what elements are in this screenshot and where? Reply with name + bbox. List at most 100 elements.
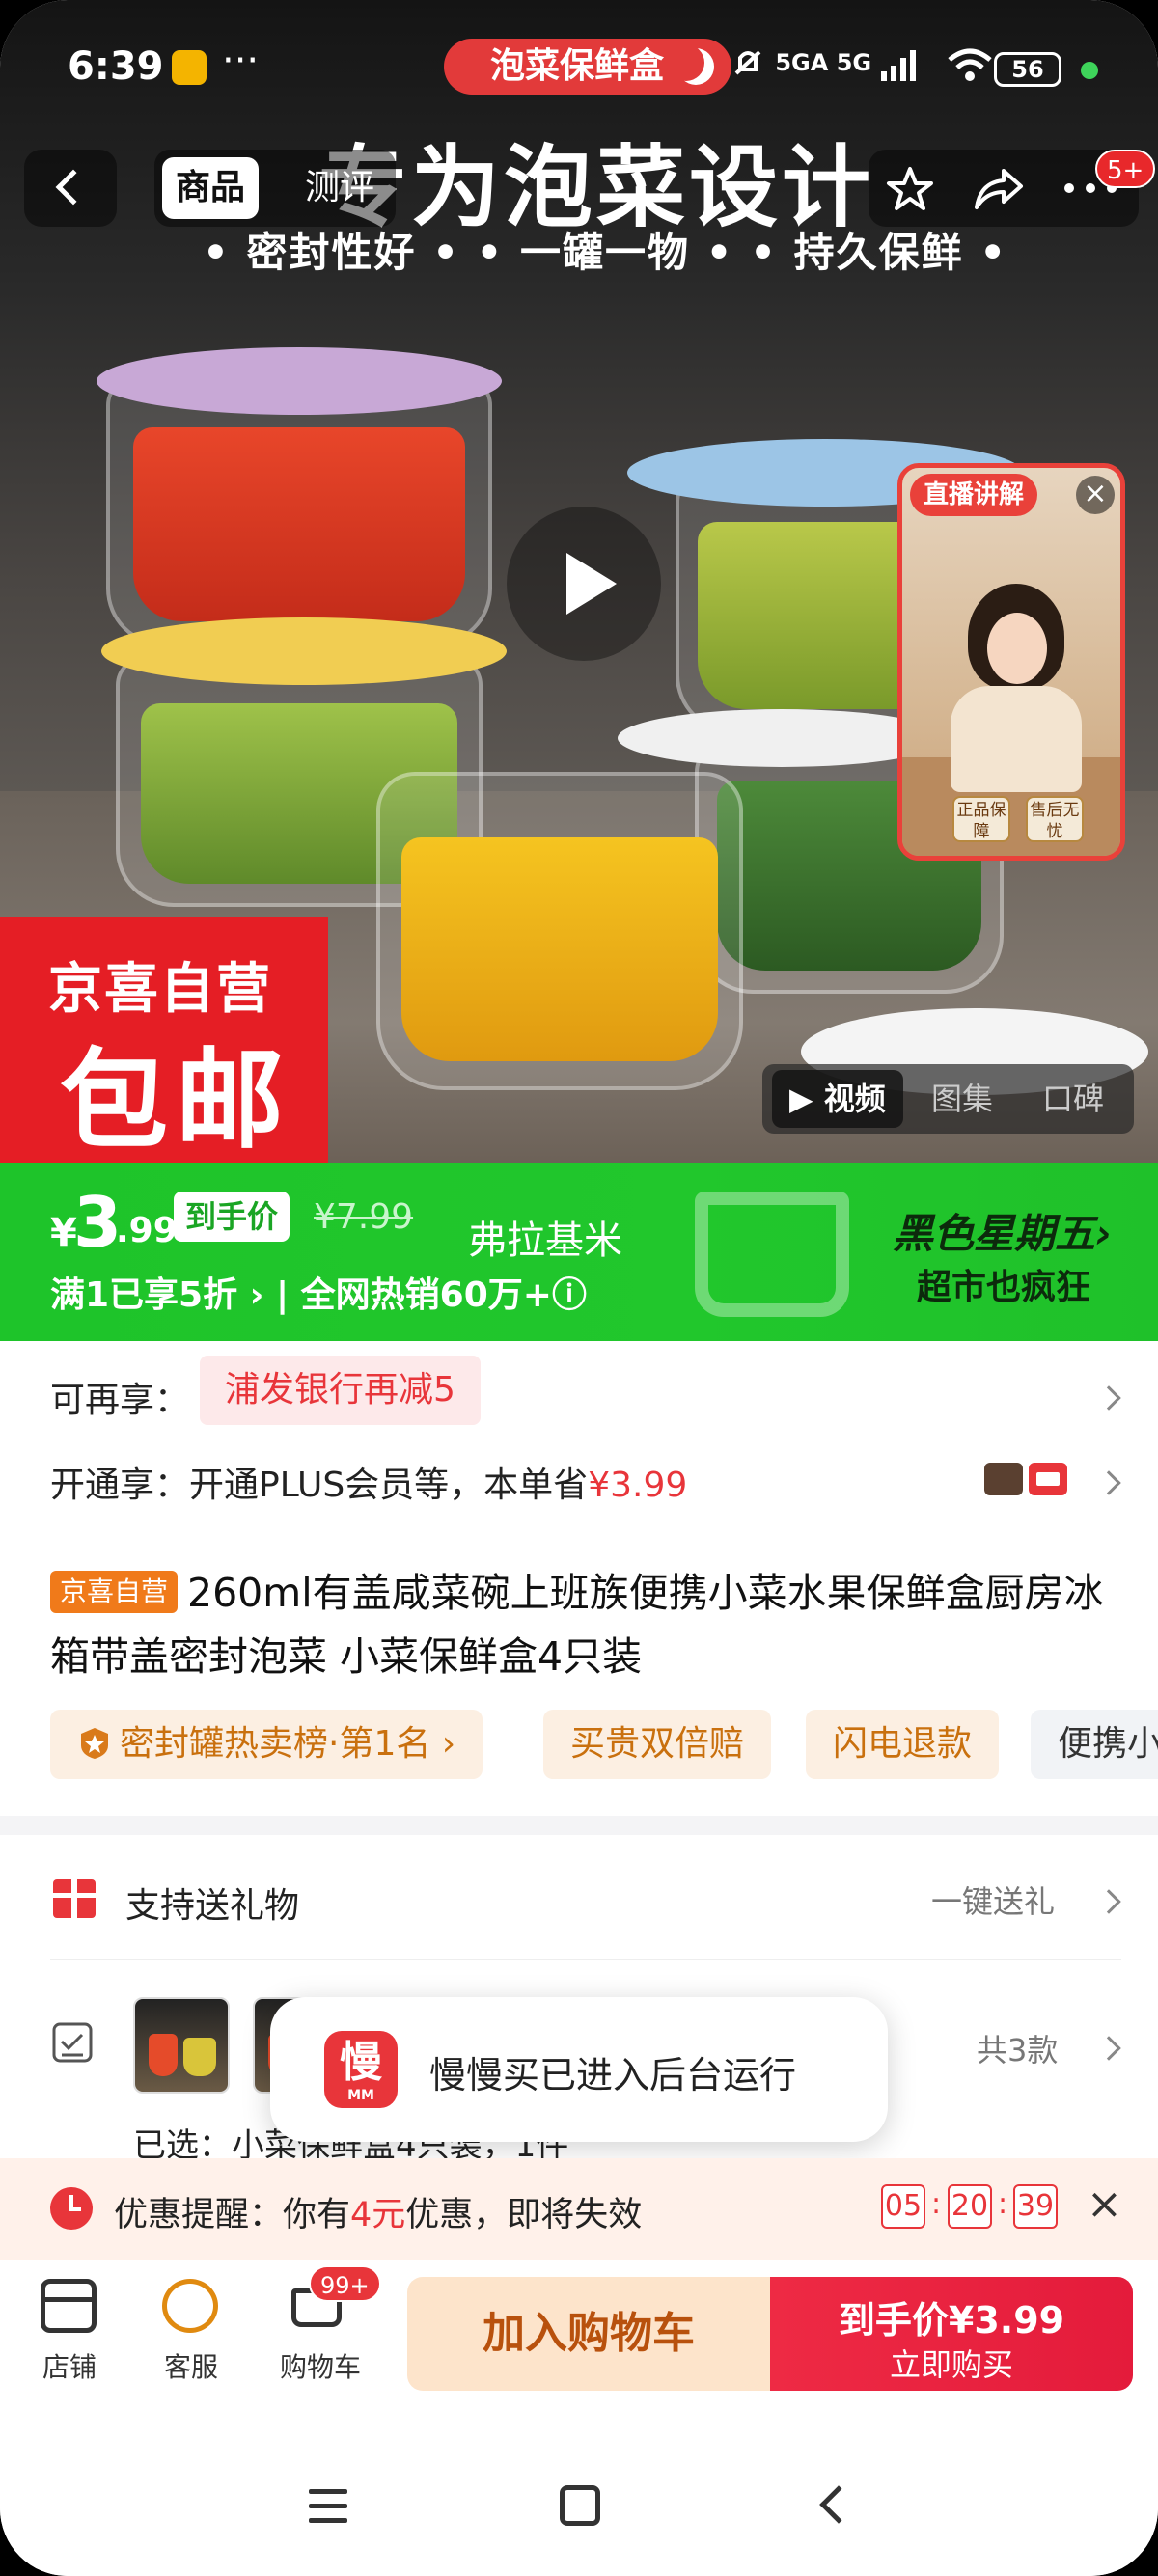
app-pill[interactable]: 泡菜保鲜盒 bbox=[444, 39, 732, 95]
customer-service-icon bbox=[162, 2279, 218, 2333]
variant-count[interactable]: 共3款 bbox=[977, 2026, 1058, 2070]
home-icon[interactable] bbox=[560, 2485, 600, 2526]
fast-refund-chip[interactable]: 闪电退款 bbox=[806, 1710, 1000, 1779]
price-banner[interactable]: ¥ 3 .99 到手价 ¥7.99 弗拉基米 满1已享5折 › | 全网热销60… bbox=[0, 1163, 1158, 1341]
wifi-icon bbox=[948, 48, 992, 81]
share-icon[interactable] bbox=[973, 165, 1025, 213]
toast-message: 慢慢买已进入后台运行 bbox=[429, 2054, 797, 2096]
badge-line1: 京喜自营 bbox=[48, 958, 272, 1021]
close-icon[interactable]: × bbox=[1087, 2179, 1122, 2229]
jar-kimchi bbox=[106, 376, 492, 646]
ranking-shield-icon bbox=[81, 1728, 108, 1759]
live-stream-window[interactable]: 直播讲解 × 正品保障 售后无忧 bbox=[897, 463, 1125, 861]
play-icon bbox=[566, 553, 617, 615]
price-integer: 3 bbox=[73, 1182, 123, 1263]
original-price: ¥7.99 bbox=[314, 1197, 414, 1237]
countdown-seconds: 39 bbox=[1013, 2184, 1058, 2229]
offer-label: 可再享： bbox=[50, 1381, 190, 1420]
buy-now-price: 到手价¥3.99 bbox=[838, 2299, 1065, 2342]
live-host-body bbox=[951, 686, 1082, 792]
store-label: 店铺 bbox=[41, 2351, 96, 2383]
signal-label: 5GA 5G bbox=[775, 49, 872, 76]
mute-icon bbox=[734, 50, 761, 75]
live-tag: 直播讲解 bbox=[910, 474, 1038, 516]
cart-watermark-icon bbox=[695, 1192, 849, 1317]
event-subtitle: 超市也疯狂 bbox=[917, 1268, 1091, 1307]
signal-indicators: 5GA 5G bbox=[729, 44, 994, 83]
battery-icon: 56 bbox=[994, 52, 1062, 87]
plus-offer-line[interactable]: 开通享：开通PLUS会员等，本单省¥3.99 bbox=[50, 1457, 687, 1507]
status-time: 6:39 bbox=[68, 44, 164, 89]
variant-thumb-1[interactable] bbox=[133, 1997, 230, 2094]
media-tab-reviews[interactable]: 口碑 bbox=[1042, 1070, 1104, 1128]
bottom-action-bar: 店铺 客服 购物车 99+ 加入购物车 到手价¥3.99 立即购买 bbox=[0, 2260, 1158, 2404]
tab-reviews[interactable]: 测评 bbox=[291, 157, 388, 219]
chevron-right-icon[interactable] bbox=[1096, 1889, 1121, 1914]
status-bar: 6:39 ··· 泡菜保鲜盒 5GA 5G 56 bbox=[0, 39, 1158, 106]
event-title[interactable]: 黑色星期五› bbox=[893, 1201, 1112, 1260]
countdown-minutes: 20 bbox=[948, 2184, 992, 2229]
product-title-text: 260ml有盖咸菜碗上班族便携小菜水果保鲜盒厨房冰箱带盖密封泡菜 小菜保鲜盒4只… bbox=[50, 1570, 1104, 1680]
service-label: 客服 bbox=[163, 2351, 218, 2383]
jar-radish bbox=[376, 772, 743, 1090]
ranking-chip[interactable]: 密封罐热卖榜·第1名 › bbox=[50, 1710, 483, 1779]
background-toast: 慢 MM 慢慢买已进入后台运行 bbox=[270, 1997, 888, 2142]
chevron-right-icon[interactable] bbox=[1096, 1470, 1121, 1495]
media-tab-video[interactable]: ▶ 视频 bbox=[772, 1070, 903, 1128]
tab-product[interactable]: 商品 bbox=[162, 157, 260, 219]
favorite-star-icon[interactable] bbox=[886, 165, 934, 213]
live-close-icon[interactable]: × bbox=[1076, 476, 1115, 514]
row-separator bbox=[50, 1959, 1121, 1960]
gift-label: 支持送礼物 bbox=[125, 1886, 300, 1926]
badge-line2: 包邮 bbox=[60, 1038, 291, 1163]
status-more: ··· bbox=[222, 39, 260, 83]
lid-purple bbox=[96, 347, 502, 415]
play-video-button[interactable] bbox=[507, 507, 661, 661]
store-button[interactable]: 店铺 bbox=[12, 2260, 127, 2404]
plus-offer-amount: ¥3.99 bbox=[588, 1466, 688, 1505]
chevron-right-icon[interactable] bbox=[1096, 1385, 1121, 1411]
customer-service-button[interactable]: 客服 bbox=[133, 2260, 249, 2404]
media-tab-gallery[interactable]: 图集 bbox=[931, 1070, 993, 1128]
buy-now-button[interactable]: 到手价¥3.99 立即购买 bbox=[770, 2277, 1133, 2391]
hero-subline: • 密封性好 • • 一罐一物 • • 持久保鲜 • bbox=[203, 229, 1008, 276]
lid-yellow bbox=[101, 617, 507, 685]
page-tabs: 商品 测评 bbox=[154, 150, 396, 227]
app-pill-label: 泡菜保鲜盒 bbox=[490, 46, 665, 86]
plus-offer-text: 开通享：开通PLUS会员等，本单省 bbox=[50, 1466, 589, 1505]
chevron-right-icon[interactable] bbox=[1096, 2036, 1121, 2061]
back-icon bbox=[55, 169, 92, 206]
final-price-tag: 到手价 bbox=[174, 1192, 290, 1242]
countdown-hours: 05 bbox=[881, 2184, 925, 2229]
add-to-cart-button[interactable]: 加入购物车 bbox=[407, 2277, 770, 2391]
store-tag: 京喜自营 bbox=[50, 1571, 179, 1613]
portable-chip[interactable]: 便携小 bbox=[1031, 1710, 1158, 1779]
watermark-text: 弗拉基米 bbox=[468, 1219, 622, 1263]
lid-white bbox=[618, 709, 946, 767]
promo-line[interactable]: 满1已享5折 › | 全网热销60万+ⓘ bbox=[50, 1267, 587, 1317]
bank-discount-pill[interactable]: 浦发银行再减5 bbox=[200, 1356, 481, 1425]
system-back-icon[interactable] bbox=[819, 2485, 858, 2524]
privacy-dot bbox=[1081, 62, 1098, 79]
cart-label: 购物车 bbox=[279, 2351, 361, 2383]
live-chip-genuine: 正品保障 bbox=[952, 796, 1010, 842]
jingxi-self-operated-badge: 京喜自营 包邮 bbox=[0, 917, 328, 1163]
live-chip-aftersale: 售后无忧 bbox=[1026, 796, 1084, 842]
store-icon bbox=[41, 2279, 96, 2333]
media-tabs: ▶ 视频 图集 口碑 bbox=[762, 1064, 1134, 1134]
countdown-colon: : bbox=[998, 2187, 1008, 2221]
gift-icon bbox=[53, 1879, 96, 1918]
back-button[interactable] bbox=[24, 150, 117, 227]
plus-card-icons bbox=[984, 1463, 1067, 1495]
discount-reminder-bar[interactable]: 优惠提醒：你有4元优惠，即将失效 05 : 20 : 39 × bbox=[0, 2158, 1158, 2260]
moon-icon bbox=[677, 48, 714, 85]
price-guarantee-chip[interactable]: 买贵双倍赔 bbox=[543, 1710, 772, 1779]
countdown-colon: : bbox=[931, 2187, 942, 2221]
one-click-gift-link[interactable]: 一键送礼 bbox=[931, 1877, 1055, 1922]
recents-menu-icon[interactable] bbox=[309, 2489, 347, 2524]
price-decimal: .99 bbox=[116, 1211, 178, 1250]
reminder-text: 优惠提醒：你有4元优惠，即将失效 bbox=[114, 2196, 643, 2234]
message-badge: 5+ bbox=[1095, 150, 1156, 188]
clock-icon bbox=[50, 2187, 93, 2230]
buy-now-label: 立即购买 bbox=[889, 2346, 1013, 2383]
